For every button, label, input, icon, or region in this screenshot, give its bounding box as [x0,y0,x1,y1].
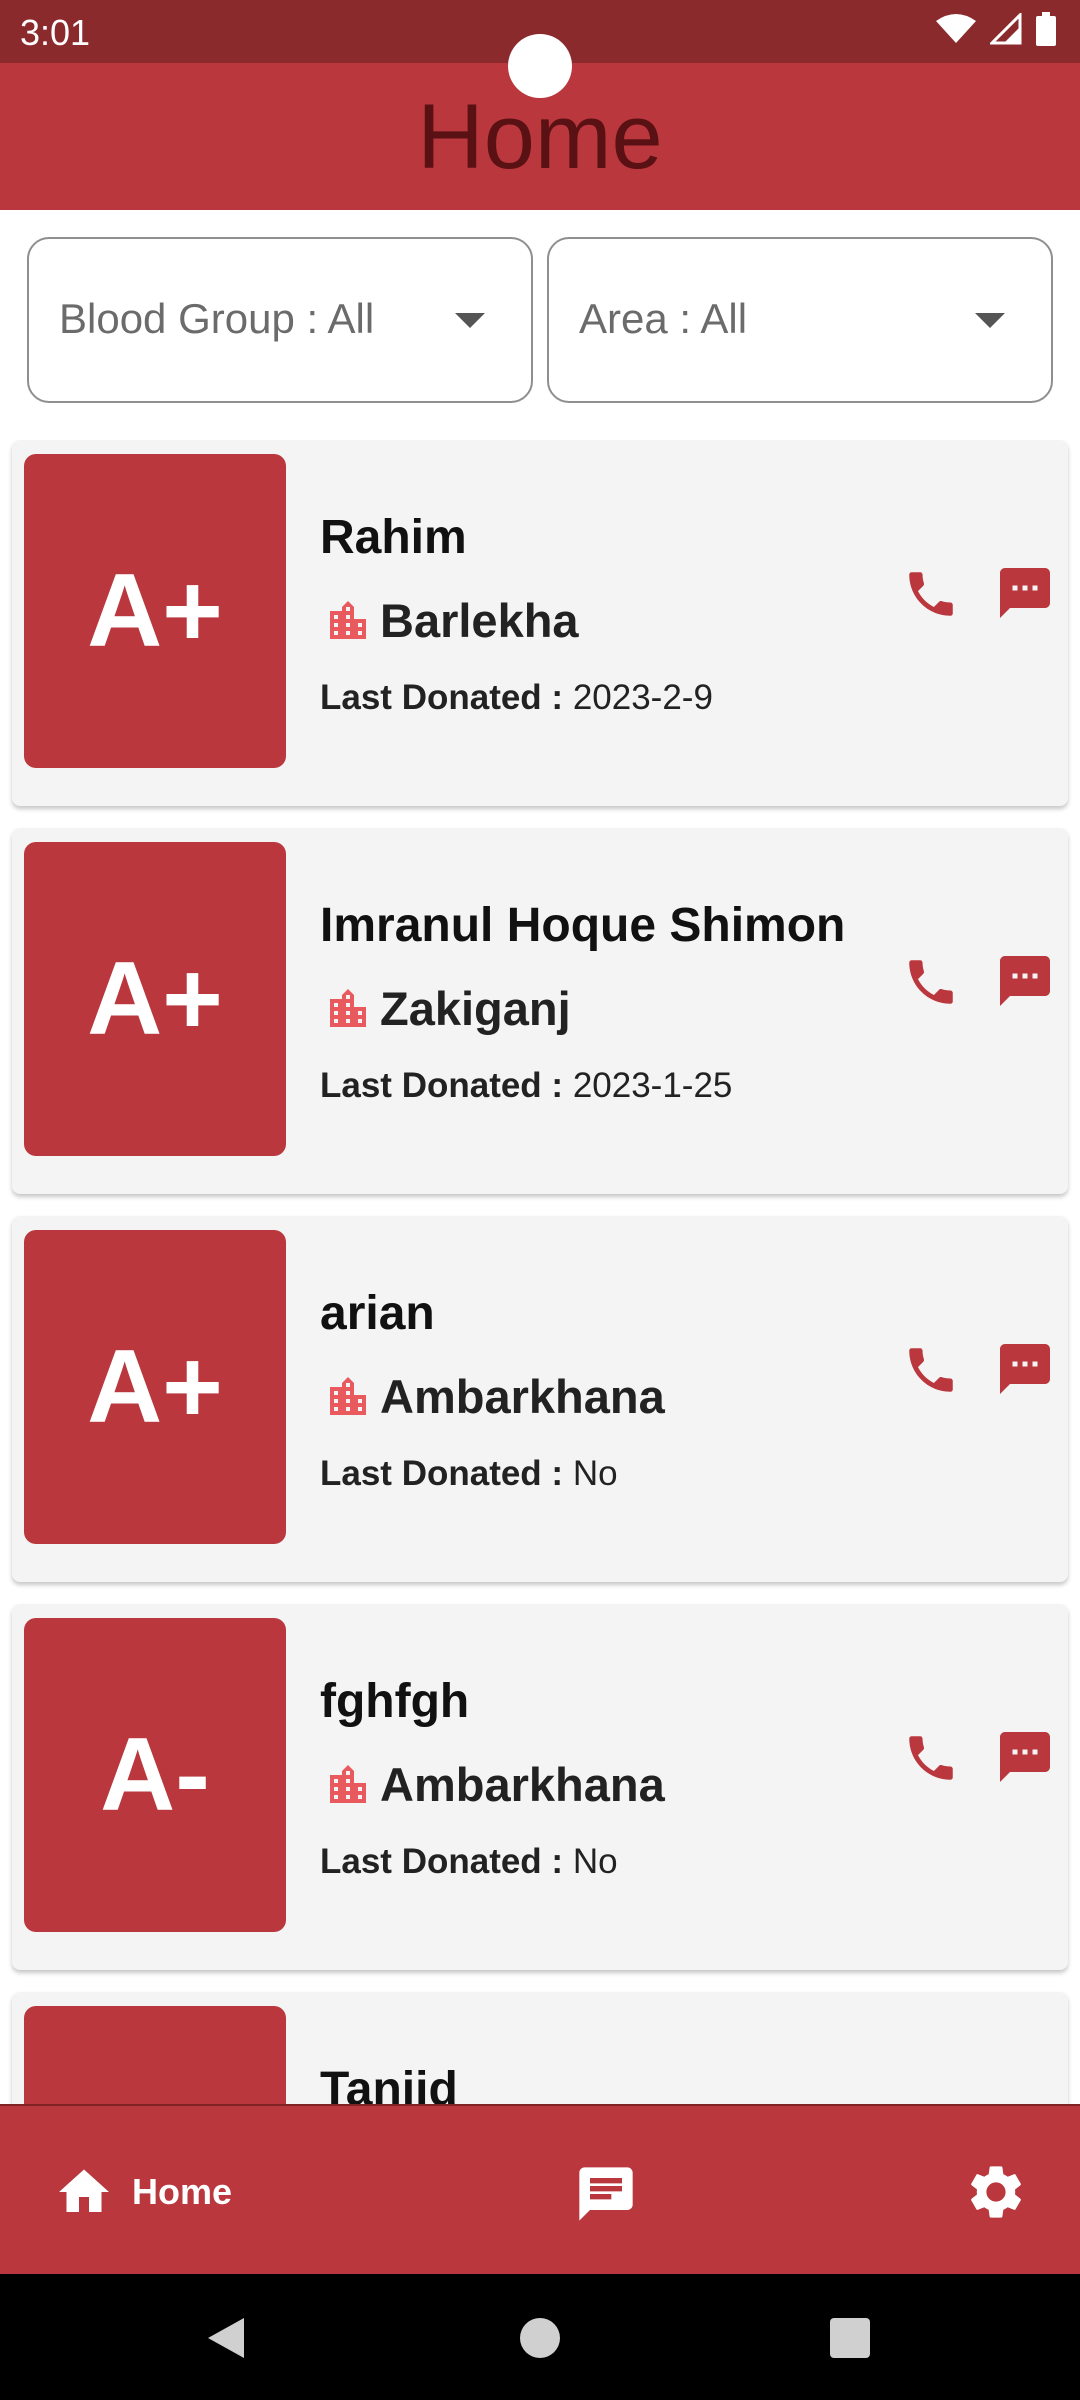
donor-name: arian [320,1287,435,1340]
gear-icon [971,2166,1021,2218]
blood-group-badge [24,2006,286,2104]
blood-group-badge: A+ [24,842,286,1156]
last-donated-value: No [572,1454,618,1493]
sms-icon [1000,1344,1050,1394]
donor-name: fghfgh [320,1675,470,1728]
recent-apps-button[interactable] [830,2318,870,2358]
last-donated-value: 2023-2-9 [572,678,713,717]
call-button[interactable] [902,1729,960,1787]
donor-card[interactable]: A+ arian Ambarkhana Last Donated : No [12,1216,1068,1582]
nav-home-label: Home [132,2171,233,2212]
message-button[interactable] [995,1339,1055,1399]
building-icon [330,1376,366,1415]
donor-area-text: Barlekha [380,594,579,647]
last-donated: Last Donated : 2023-2-9 [320,678,713,718]
chevron-down-icon [975,313,1005,328]
page-title: Home [417,86,663,188]
nav-chat-button[interactable] [574,2162,638,2226]
signal-icon [990,13,1022,45]
donor-list[interactable]: A+ Rahim Barlekha Last Donated : 2023-2-… [0,440,1080,2104]
call-button[interactable] [902,565,960,623]
last-donated: Last Donated : No [320,1842,618,1882]
blood-group-badge: A- [24,1618,286,1932]
donor-area: Ambarkhana [324,1757,665,1812]
message-button[interactable] [995,951,1055,1011]
nav-settings-button[interactable] [964,2160,1028,2224]
phone-icon [909,1348,953,1392]
blood-group-dropdown-label: Blood Group : All [59,295,375,342]
call-button[interactable] [902,1341,960,1399]
battery-icon [1036,12,1056,46]
last-donated: Last Donated : 2023-1-25 [320,1066,732,1106]
status-time: 3:01 [20,12,91,53]
area-dropdown-label: Area : All [579,295,748,342]
last-donated-value: No [572,1842,618,1881]
last-donated-label: Last Donated : [320,1066,564,1105]
phone-icon [909,1736,953,1780]
home-icon [59,2169,109,2212]
sms-icon [1000,1732,1050,1782]
filter-bar: Blood Group : All Area : All [0,210,1080,440]
donor-area: Barlekha [324,593,579,648]
donor-area-text: Ambarkhana [380,1758,665,1811]
sms-icon [1000,956,1050,1006]
system-nav-bar [0,2274,1080,2400]
wifi-icon [936,14,976,43]
call-button[interactable] [902,953,960,1011]
building-icon [330,600,366,639]
donor-area: Ambarkhana [324,1369,665,1424]
donor-name: Tanjid [320,2063,458,2104]
donor-area-text: Ambarkhana [380,1370,665,1423]
back-icon[interactable] [204,2316,248,2360]
blood-group-dropdown[interactable]: Blood Group : All [27,237,533,403]
donor-area-text: Zakiganj [380,982,571,1035]
phone-icon [909,572,953,616]
last-donated: Last Donated : No [320,1454,618,1494]
status-icons [936,12,1056,46]
donor-name: Imranul Hoque Shimon [320,899,846,952]
building-icon [330,988,366,1027]
chat-icon [579,2167,633,2221]
donor-name: Rahim [320,511,467,564]
camera-cutout [508,34,572,98]
message-button[interactable] [995,563,1055,623]
donor-card[interactable]: A- fghfgh Ambarkhana Last Donated : No [12,1604,1068,1970]
building-icon [330,1764,366,1803]
message-button[interactable] [995,1727,1055,1787]
last-donated-label: Last Donated : [320,678,564,717]
donor-area: Zakiganj [324,981,571,1036]
last-donated-label: Last Donated : [320,1454,564,1493]
nav-home-button[interactable]: Home [54,2162,232,2222]
donor-card[interactable]: Tanjid [12,1992,1068,2104]
bottom-nav: Home [0,2104,1080,2274]
area-dropdown[interactable]: Area : All [547,237,1053,403]
donor-card[interactable]: A+ Rahim Barlekha Last Donated : 2023-2-… [12,440,1068,806]
last-donated-label: Last Donated : [320,1842,564,1881]
last-donated-value: 2023-1-25 [572,1066,733,1105]
chevron-down-icon [455,313,485,328]
blood-group-badge: A+ [24,454,286,768]
donor-card[interactable]: A+ Imranul Hoque Shimon Zakiganj Last Do… [12,828,1068,1194]
phone-icon [909,960,953,1004]
system-home-button[interactable] [520,2318,560,2358]
sms-icon [1000,568,1050,618]
blood-group-badge: A+ [24,1230,286,1544]
